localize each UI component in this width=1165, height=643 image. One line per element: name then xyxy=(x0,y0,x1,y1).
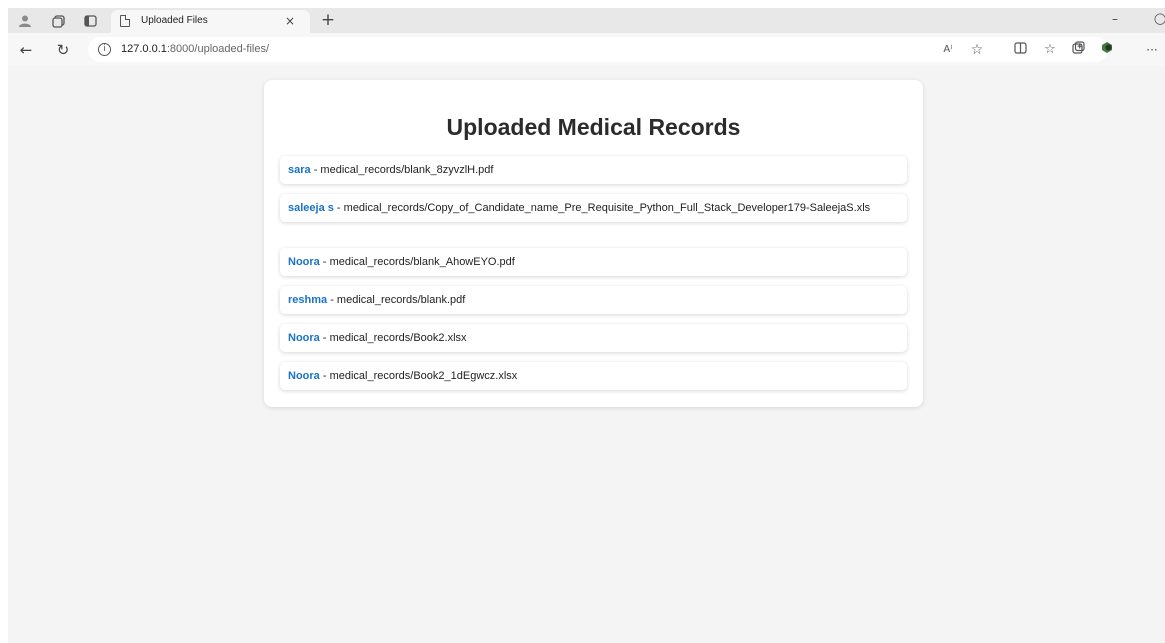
read-aloud-icon[interactable]: A⁾ xyxy=(938,40,958,60)
tab-title: Uploaded Files xyxy=(141,15,208,26)
record-file: medical_records/blank.pdf xyxy=(336,294,466,306)
new-tab-icon[interactable]: + xyxy=(318,9,338,31)
tab-uploaded-files[interactable]: Uploaded Files × xyxy=(111,10,310,33)
back-icon[interactable]: ← xyxy=(16,40,36,60)
record-separator: - xyxy=(319,370,330,382)
record-separator: - xyxy=(319,256,330,268)
browser-chrome: Uploaded Files × + – ◯ ← ↻ i 127.0.0.1:8… xyxy=(8,8,1165,66)
record-separator: - xyxy=(319,332,330,344)
url-text[interactable]: 127.0.0.1:8000/uploaded-files/ xyxy=(121,43,269,55)
split-screen-icon[interactable] xyxy=(1010,40,1030,60)
record-file: medical_records/Book2_1dEgwcz.xlsx xyxy=(329,370,518,382)
collections-icon[interactable] xyxy=(1068,40,1088,60)
record-user: Noora xyxy=(288,332,320,344)
record-item: Noora - medical_records/Book2_1dEgwcz.xl… xyxy=(280,362,907,390)
record-file: medical_records/blank_8zyvzlH.pdf xyxy=(320,164,494,176)
favorite-icon[interactable]: ☆ xyxy=(967,40,987,60)
minimize-icon[interactable]: – xyxy=(1112,12,1118,26)
more-icon[interactable]: ··· xyxy=(1142,40,1162,60)
record-item: Noora - medical_records/Book2.xlsx xyxy=(280,324,907,352)
record-user: saleeja s xyxy=(288,202,334,214)
page-title: Uploaded Medical Records xyxy=(446,114,741,140)
favorites-icon[interactable]: ☆ xyxy=(1040,40,1060,60)
record-user: sara xyxy=(288,164,311,176)
record-separator: - xyxy=(327,294,337,306)
workspaces-icon[interactable] xyxy=(49,12,67,30)
record-user: Noora xyxy=(288,370,320,382)
tab-actions-icon[interactable] xyxy=(81,12,99,30)
profile-icon[interactable] xyxy=(16,12,34,30)
record-item: Noora - medical_records/blank_AhowEYO.pd… xyxy=(280,248,907,276)
record-file: medical_records/blank_AhowEYO.pdf xyxy=(329,256,515,268)
record-file: medical_records/Copy_of_Candidate_name_P… xyxy=(343,202,871,214)
extension-icon[interactable] xyxy=(1097,40,1117,60)
tab-bar: Uploaded Files × + – ◯ xyxy=(8,8,1165,33)
document-icon xyxy=(120,15,130,27)
record-user: reshma xyxy=(288,294,328,306)
records-card: Uploaded Medical Records sara - medical_… xyxy=(264,80,923,407)
record-user: Noora xyxy=(288,256,320,268)
record-file: medical_records/Book2.xlsx xyxy=(329,332,467,344)
record-item: reshma - medical_records/blank.pdf xyxy=(280,286,907,314)
record-separator: - xyxy=(310,164,321,176)
record-item: saleeja s - medical_records/Copy_of_Cand… xyxy=(280,194,907,222)
window-control-icon[interactable]: ◯ xyxy=(1154,12,1165,25)
refresh-icon[interactable]: ↻ xyxy=(53,40,73,60)
page-viewport: Uploaded Medical Records sara - medical_… xyxy=(8,66,1165,643)
record-item: sara - medical_records/blank_8zyvzlH.pdf xyxy=(280,156,907,184)
site-info-icon[interactable]: i xyxy=(98,43,111,56)
close-tab-icon[interactable]: × xyxy=(282,12,298,30)
record-separator: - xyxy=(333,202,344,214)
navigation-bar: ← ↻ i 127.0.0.1:8000/uploaded-files/ A⁾ … xyxy=(8,33,1165,66)
